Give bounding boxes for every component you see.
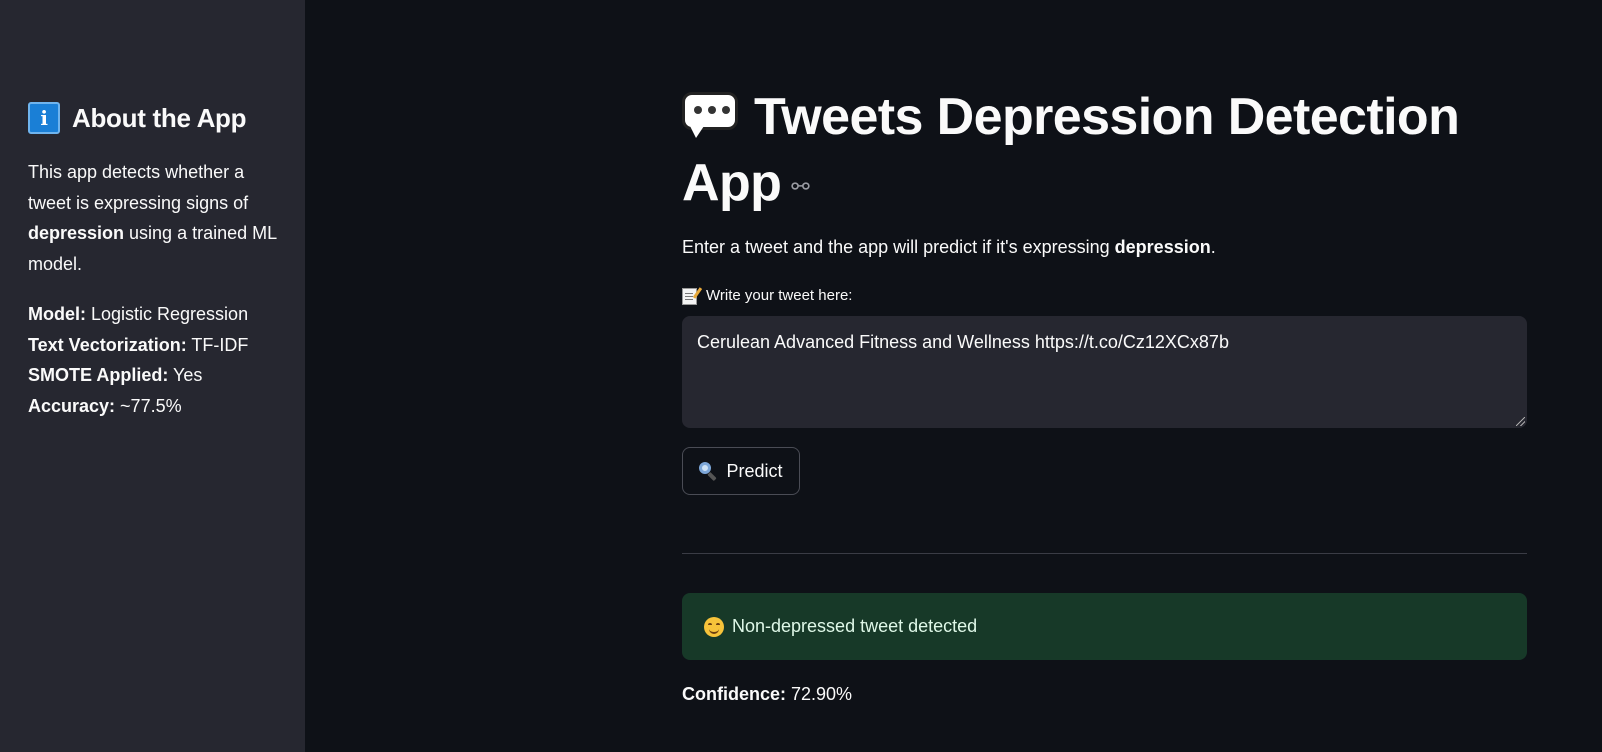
spec-label: SMOTE Applied: <box>28 365 169 385</box>
result-text: Non-depressed tweet detected <box>732 616 978 636</box>
predict-button-label: Predict <box>726 460 783 481</box>
page-title: Tweets Depression Detection App ⚯ <box>682 84 1527 220</box>
confidence-value: 72.90% <box>786 684 853 704</box>
page-subtitle: Enter a tweet and the app will predict i… <box>682 234 1216 260</box>
spec-model: Model: Logistic Regression <box>28 299 248 330</box>
spec-accuracy: Accuracy: ~77.5% <box>28 391 248 422</box>
speech-balloon-icon <box>682 92 738 138</box>
subtitle-text-end: . <box>1210 237 1216 257</box>
magnifier-icon <box>699 462 718 482</box>
subtitle-bold: depression <box>1114 237 1211 257</box>
spec-label: Text Vectorization: <box>28 334 187 355</box>
spec-smote: SMOTE Applied: Yes <box>28 360 248 391</box>
tweet-input-value: Cerulean Advanced Fitness and Wellness h… <box>697 332 1229 352</box>
spec-value: Yes <box>168 365 203 385</box>
sidebar-heading-text: About the App <box>72 102 247 133</box>
divider <box>682 553 1527 554</box>
spec-value: ~77.5% <box>115 395 182 416</box>
anchor-link-icon[interactable]: ⚯ <box>791 154 809 220</box>
tweet-input-label-text: Write your tweet here: <box>706 287 853 304</box>
memo-icon <box>682 287 697 305</box>
smiling-face-icon <box>704 616 724 637</box>
sidebar-heading: i About the App <box>28 102 247 134</box>
confidence-label: Confidence: <box>682 684 787 704</box>
sidebar-description-bold: depression <box>28 223 125 243</box>
info-icon: i <box>28 102 60 134</box>
result-alert: Non-depressed tweet detected <box>682 593 1527 660</box>
model-specs: Model: Logistic Regression Text Vectoriz… <box>28 299 248 421</box>
spec-value: TF-IDF <box>186 334 249 355</box>
spec-label: Model: <box>28 304 86 324</box>
sidebar-description: This app detects whether a tweet is expr… <box>28 157 278 279</box>
confidence-readout: Confidence: 72.90% <box>682 681 852 707</box>
resize-handle[interactable] <box>1516 417 1525 426</box>
sidebar: i About the App This app detects whether… <box>0 0 305 752</box>
tweet-input-label: Write your tweet here: <box>682 285 852 307</box>
app-root: i About the App This app detects whether… <box>0 0 1602 752</box>
spec-vectorization: Text Vectorization: TF-IDF <box>28 330 248 361</box>
predict-button[interactable]: Predict <box>682 447 800 495</box>
tweet-input[interactable]: Cerulean Advanced Fitness and Wellness h… <box>682 316 1527 428</box>
sidebar-description-text: This app detects whether a tweet is expr… <box>28 162 249 213</box>
spec-value: Logistic Regression <box>86 304 249 324</box>
subtitle-text: Enter a tweet and the app will predict i… <box>682 237 1115 257</box>
spec-label: Accuracy: <box>28 395 116 416</box>
